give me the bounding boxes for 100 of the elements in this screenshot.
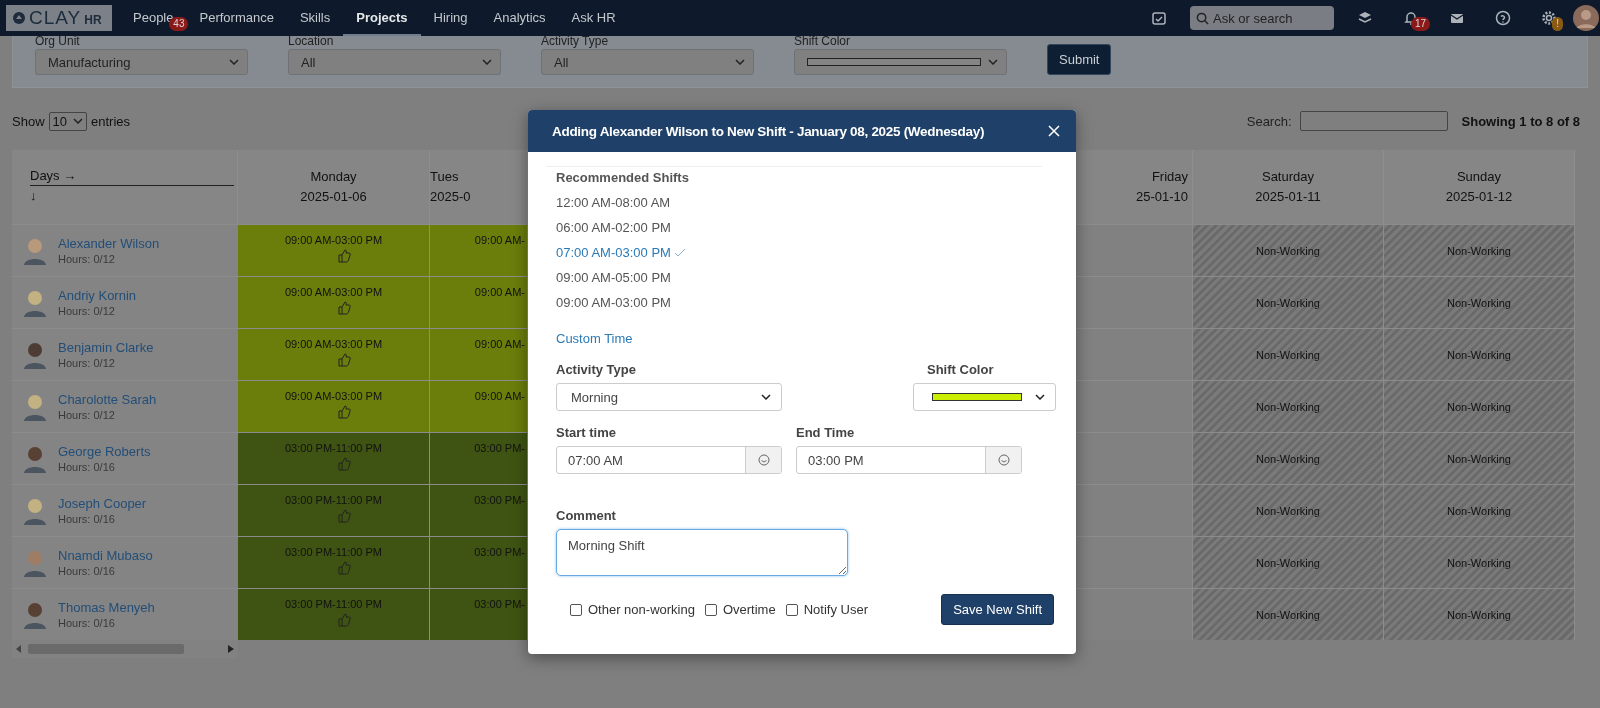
check-icon xyxy=(673,247,686,258)
non-working-cell: Non-Working xyxy=(1384,276,1575,328)
section-label: Recommended Shifts xyxy=(556,170,690,185)
submit-button[interactable]: Submit xyxy=(1047,44,1112,75)
non-working-cell: Non-Working xyxy=(1193,380,1384,432)
checkbox-label: Other non-working xyxy=(588,602,695,617)
employee-link[interactable]: Andriy Kornin xyxy=(58,288,137,303)
search-field[interactable] xyxy=(1299,111,1448,131)
shift-cell[interactable]: 03:00 PM-11:00 PM xyxy=(238,432,430,484)
checkbox[interactable] xyxy=(785,603,798,616)
days-axis-label: Days → xyxy=(30,168,234,186)
dialog-title: Adding Alexander Wilson to New Shift - January 08, 2025 (Wednesday) xyxy=(552,123,985,139)
employee-link[interactable]: Nnamdi Mubaso xyxy=(58,548,153,563)
employee-link[interactable]: Thomas Menyeh xyxy=(58,600,155,615)
employee-link[interactable]: Benjamin Clarke xyxy=(58,340,154,355)
color-dropdown[interactable] xyxy=(794,49,1007,75)
checkbox[interactable] xyxy=(570,603,582,616)
search-icon xyxy=(1196,12,1209,25)
scroll-left-icon[interactable] xyxy=(16,645,22,653)
caret-icon xyxy=(229,59,239,65)
app-logo[interactable]: CLAY HR xyxy=(6,5,112,31)
shift-cell[interactable]: 09:00 AM-03:00 PM xyxy=(238,380,430,432)
activity-dropdown[interactable]: Morning xyxy=(556,383,782,411)
field-label: Activity Type xyxy=(556,362,637,377)
settings-icon[interactable] xyxy=(1541,10,1557,26)
shift-cell[interactable]: 03:00 PM- xyxy=(430,588,528,640)
shift-cell[interactable]: 09:00 AM-03:00 PM xyxy=(238,276,430,328)
hours-label: Hours: 0/12 xyxy=(58,253,116,265)
date-header: 2025-0 xyxy=(430,188,471,206)
shift-option[interactable]: 12:00 AM-08:00 AM xyxy=(556,195,671,210)
shift-cell[interactable]: 03:00 PM- xyxy=(430,432,528,484)
calendar-check-icon[interactable] xyxy=(1151,10,1167,26)
non-working-cell: Non-Working xyxy=(1384,588,1575,640)
non-working-cell: Non-Working xyxy=(1193,432,1384,484)
hours-label: Hours: 0/12 xyxy=(58,409,116,421)
checkbox-label: Overtime xyxy=(722,602,776,617)
non-working-cell: Non-Working xyxy=(1384,536,1575,588)
shift-cell[interactable]: 09:00 AM- xyxy=(430,276,528,328)
shift-option[interactable]: 06:00 AM-02:00 PM xyxy=(556,220,671,235)
shift-option[interactable]: 09:00 AM-05:00 PM xyxy=(556,270,671,285)
filter-dropdown[interactable]: All xyxy=(288,49,501,75)
nav-tab[interactable]: Skills xyxy=(286,0,344,36)
save-button[interactable]: Save New Shift xyxy=(941,594,1054,625)
shift-cell[interactable]: 03:00 PM-11:00 PM xyxy=(238,588,430,640)
non-working-cell: Non-Working xyxy=(1193,224,1384,276)
non-working-cell: Non-Working xyxy=(1193,328,1384,380)
filter-dropdown[interactable]: All xyxy=(541,49,754,75)
shift-cell[interactable]: 03:00 PM-11:00 PM xyxy=(238,536,430,588)
search-field[interactable]: Ask or search xyxy=(1190,6,1334,30)
employee-link[interactable]: Charolotte Sarah xyxy=(58,392,157,407)
shift-cell[interactable]: 09:00 AM-03:00 PM xyxy=(238,224,430,276)
layers-icon[interactable] xyxy=(1357,10,1373,26)
non-working-cell: Non-Working xyxy=(1384,484,1575,536)
day-header: Saturday xyxy=(1261,168,1314,186)
comment-field[interactable]: Morning Shift xyxy=(556,529,848,576)
nav-tab[interactable]: Ask HR xyxy=(558,0,629,36)
shift-option[interactable]: 09:00 AM-03:00 PM xyxy=(556,295,671,310)
search-label: Search: xyxy=(1246,113,1292,129)
caret-icon xyxy=(73,118,83,124)
avatar-icon[interactable] xyxy=(1572,4,1600,32)
filter-dropdown[interactable]: Manufacturing xyxy=(35,49,248,75)
shift-cell[interactable]: 03:00 PM- xyxy=(430,484,528,536)
caret-icon xyxy=(1035,394,1045,400)
rows-axis-label: ↓ xyxy=(30,188,37,203)
shift-option[interactable]: 07:00 AM-03:00 PM xyxy=(556,245,686,260)
non-working-cell: Non-Working xyxy=(1193,536,1384,588)
shift-cell[interactable]: 03:00 PM-11:00 PM xyxy=(238,484,430,536)
day-header: Sunday xyxy=(1456,168,1502,186)
date-header: 2025-01-06 xyxy=(300,188,367,206)
custom-time-link[interactable]: Custom Time xyxy=(556,331,633,346)
nav-tab[interactable]: Analytics xyxy=(480,0,559,36)
filter-label: Activity Type xyxy=(541,35,610,48)
shift-cell[interactable]: 03:00 PM- xyxy=(430,536,528,588)
entries-info: Showing 1 to 8 of 8 xyxy=(1461,113,1580,129)
scroll-right-icon[interactable] xyxy=(228,645,234,653)
help-icon[interactable] xyxy=(1495,10,1511,26)
hours-label: Hours: 0/16 xyxy=(58,513,116,525)
employee-link[interactable]: George Roberts xyxy=(58,444,151,459)
employee-link[interactable]: Alexander Wilson xyxy=(58,236,160,251)
caret-icon xyxy=(482,59,492,65)
shift-cell[interactable]: 09:00 AM- xyxy=(430,224,528,276)
day-header: Monday xyxy=(310,168,357,186)
non-working-cell: Non-Working xyxy=(1384,432,1575,484)
field-label: Start time xyxy=(556,425,617,440)
nav-tab[interactable]: Performance xyxy=(186,0,287,36)
date-header: 2025-01-11 xyxy=(1255,188,1321,206)
shift-cell[interactable]: 09:00 AM-03:00 PM xyxy=(238,328,430,380)
entries-dropdown[interactable]: 10 xyxy=(48,111,87,131)
non-working-cell: Non-Working xyxy=(1193,484,1384,536)
nav-tab[interactable]: Hiring xyxy=(420,0,481,36)
employee-link[interactable]: Joseph Cooper xyxy=(58,496,147,511)
hours-label: Hours: 0/12 xyxy=(58,357,116,369)
caret-icon xyxy=(735,59,745,65)
checkbox[interactable] xyxy=(704,603,717,616)
scrollbar-thumb[interactable] xyxy=(28,644,184,654)
shift-cell[interactable]: 09:00 AM- xyxy=(430,380,528,432)
date-header: 2025-01-12 xyxy=(1445,188,1513,206)
field-label: End Time xyxy=(796,425,856,440)
count-badge: 17 xyxy=(1410,17,1430,31)
shift-cell[interactable]: 09:00 AM- xyxy=(430,328,528,380)
